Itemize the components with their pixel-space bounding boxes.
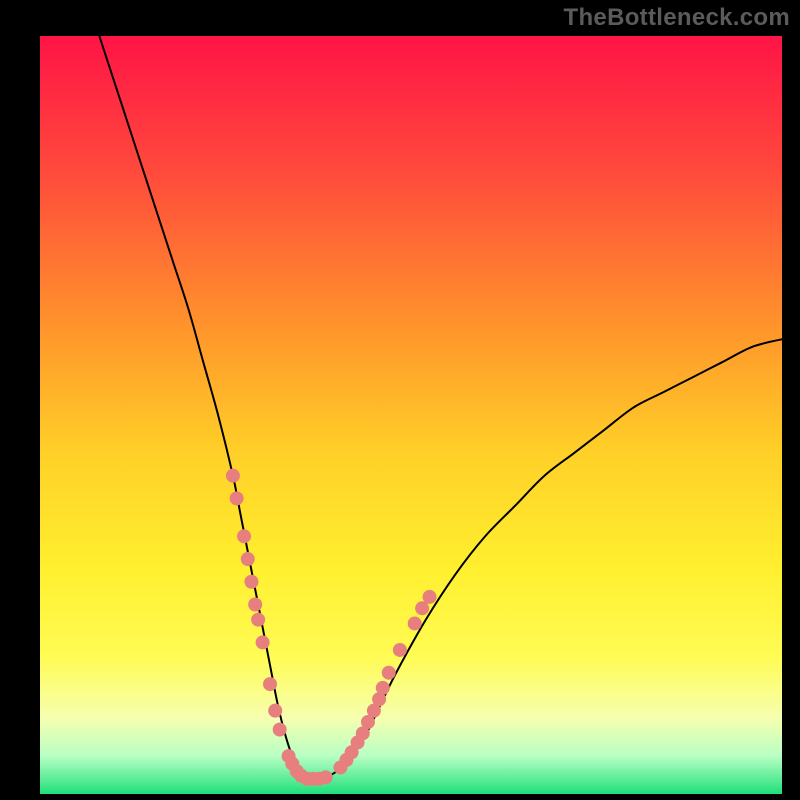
data-marker: [408, 616, 422, 630]
bottleneck-chart: [40, 36, 782, 794]
data-marker: [273, 723, 287, 737]
app-frame: TheBottleneck.com: [0, 0, 800, 800]
data-marker: [423, 590, 437, 604]
data-marker: [376, 681, 390, 695]
data-marker: [382, 666, 396, 680]
data-marker: [268, 704, 282, 718]
data-marker: [244, 575, 258, 589]
data-marker: [230, 491, 244, 505]
chart-area: [40, 36, 782, 794]
data-marker: [226, 469, 240, 483]
watermark-text: TheBottleneck.com: [564, 4, 790, 32]
data-marker: [251, 613, 265, 627]
chart-background: [40, 36, 782, 794]
data-marker: [393, 643, 407, 657]
data-marker: [263, 677, 277, 691]
data-marker: [248, 598, 262, 612]
data-marker: [256, 635, 270, 649]
data-marker: [237, 529, 251, 543]
data-marker: [319, 770, 333, 784]
data-marker: [241, 552, 255, 566]
